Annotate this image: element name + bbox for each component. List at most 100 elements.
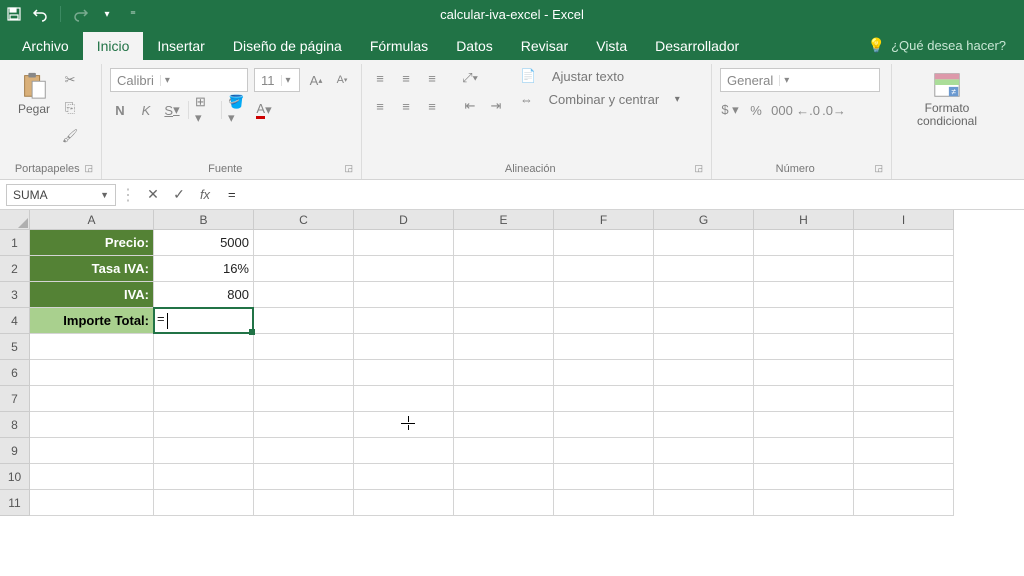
col-header-H[interactable]: H: [754, 210, 854, 230]
tab-diseno[interactable]: Diseño de página: [219, 32, 356, 60]
font-color-icon[interactable]: A ▾: [254, 100, 274, 120]
cell-C6[interactable]: [254, 360, 354, 386]
cell-E8[interactable]: [454, 412, 554, 438]
cell-I3[interactable]: [854, 282, 954, 308]
cell-C10[interactable]: [254, 464, 354, 490]
cell-E6[interactable]: [454, 360, 554, 386]
cell-F7[interactable]: [554, 386, 654, 412]
col-header-C[interactable]: C: [254, 210, 354, 230]
dialog-launcher-icon[interactable]: ◲: [694, 163, 703, 174]
cell-A10[interactable]: [30, 464, 154, 490]
cell-G7[interactable]: [654, 386, 754, 412]
cell-B5[interactable]: [154, 334, 254, 360]
cell-B2[interactable]: 16%: [154, 256, 254, 282]
cell-G1[interactable]: [654, 230, 754, 256]
cell-G10[interactable]: [654, 464, 754, 490]
row-header-5[interactable]: 5: [0, 334, 30, 360]
cell-H7[interactable]: [754, 386, 854, 412]
cell-F11[interactable]: [554, 490, 654, 516]
cell-F6[interactable]: [554, 360, 654, 386]
tab-vista[interactable]: Vista: [582, 32, 641, 60]
col-header-F[interactable]: F: [554, 210, 654, 230]
cell-H9[interactable]: [754, 438, 854, 464]
font-name-combo[interactable]: Calibri▾: [110, 68, 248, 92]
worksheet[interactable]: A B C D E F G H I 1 2 3 4 5 6 7 8 9 10 1…: [0, 210, 1024, 576]
cell-G11[interactable]: [654, 490, 754, 516]
dialog-launcher-icon[interactable]: ◲: [344, 163, 353, 174]
dialog-launcher-icon[interactable]: ◲: [874, 163, 883, 174]
cell-G4[interactable]: [654, 308, 754, 334]
cell-E5[interactable]: [454, 334, 554, 360]
cell-A8[interactable]: [30, 412, 154, 438]
underline-button[interactable]: S ▾: [162, 100, 182, 120]
cell-I9[interactable]: [854, 438, 954, 464]
cell-G2[interactable]: [654, 256, 754, 282]
comma-icon[interactable]: 000: [772, 100, 792, 120]
tab-inicio[interactable]: Inicio: [83, 32, 144, 60]
decrease-decimal-icon[interactable]: .0→: [824, 100, 844, 120]
row-header-2[interactable]: 2: [0, 256, 30, 282]
cell-B9[interactable]: [154, 438, 254, 464]
merge-center-button[interactable]: ⇔ Combinar y centrar ▾: [520, 92, 680, 107]
cell-G3[interactable]: [654, 282, 754, 308]
col-header-E[interactable]: E: [454, 210, 554, 230]
align-right-icon[interactable]: ≡: [422, 96, 442, 116]
cell-C5[interactable]: [254, 334, 354, 360]
cell-A7[interactable]: [30, 386, 154, 412]
cell-I2[interactable]: [854, 256, 954, 282]
cell-D9[interactable]: [354, 438, 454, 464]
cell-F1[interactable]: [554, 230, 654, 256]
cell-C1[interactable]: [254, 230, 354, 256]
cell-H4[interactable]: [754, 308, 854, 334]
row-header-10[interactable]: 10: [0, 464, 30, 490]
cell-B1[interactable]: 5000: [154, 230, 254, 256]
tab-datos[interactable]: Datos: [442, 32, 507, 60]
cell-C8[interactable]: [254, 412, 354, 438]
font-size-combo[interactable]: 11▾: [254, 68, 300, 92]
cell-E4[interactable]: [454, 308, 554, 334]
cell-C7[interactable]: [254, 386, 354, 412]
cell-D4[interactable]: [354, 308, 454, 334]
cell-A4[interactable]: Importe Total:: [30, 308, 154, 334]
cell-F9[interactable]: [554, 438, 654, 464]
cell-I11[interactable]: [854, 490, 954, 516]
save-icon[interactable]: [6, 6, 22, 22]
cell-I6[interactable]: [854, 360, 954, 386]
paste-button[interactable]: Pegar: [14, 68, 54, 118]
cancel-formula-button[interactable]: ✕: [140, 184, 166, 206]
conditional-formatting-button[interactable]: ≠ Formato condicional: [900, 68, 994, 130]
align-middle-icon[interactable]: ≡: [396, 68, 416, 88]
cell-H6[interactable]: [754, 360, 854, 386]
cell-D11[interactable]: [354, 490, 454, 516]
cell-D3[interactable]: [354, 282, 454, 308]
currency-icon[interactable]: $ ▾: [720, 100, 740, 120]
cell-C4[interactable]: [254, 308, 354, 334]
align-center-icon[interactable]: ≡: [396, 96, 416, 116]
cell-G6[interactable]: [654, 360, 754, 386]
dialog-launcher-icon[interactable]: ◲: [84, 163, 93, 174]
cell-D6[interactable]: [354, 360, 454, 386]
align-bottom-icon[interactable]: ≡: [422, 68, 442, 88]
row-header-6[interactable]: 6: [0, 360, 30, 386]
cell-H1[interactable]: [754, 230, 854, 256]
cell-C11[interactable]: [254, 490, 354, 516]
cell-F4[interactable]: [554, 308, 654, 334]
number-format-combo[interactable]: General▾: [720, 68, 880, 92]
cell-H10[interactable]: [754, 464, 854, 490]
cell-B4[interactable]: [154, 308, 254, 334]
cell-B7[interactable]: [154, 386, 254, 412]
insert-function-button[interactable]: fx: [192, 184, 218, 206]
row-header-1[interactable]: 1: [0, 230, 30, 256]
row-header-7[interactable]: 7: [0, 386, 30, 412]
cell-F8[interactable]: [554, 412, 654, 438]
cell-D8[interactable]: [354, 412, 454, 438]
tab-archivo[interactable]: Archivo: [8, 32, 83, 60]
orientation-icon[interactable]: ⤢▾: [460, 68, 480, 88]
accept-formula-button[interactable]: ✓: [166, 184, 192, 206]
cell-C3[interactable]: [254, 282, 354, 308]
cell-G8[interactable]: [654, 412, 754, 438]
decrease-indent-icon[interactable]: ⇤: [460, 96, 480, 116]
redo-icon[interactable]: [73, 6, 89, 22]
row-header-3[interactable]: 3: [0, 282, 30, 308]
undo-icon[interactable]: [32, 6, 48, 22]
